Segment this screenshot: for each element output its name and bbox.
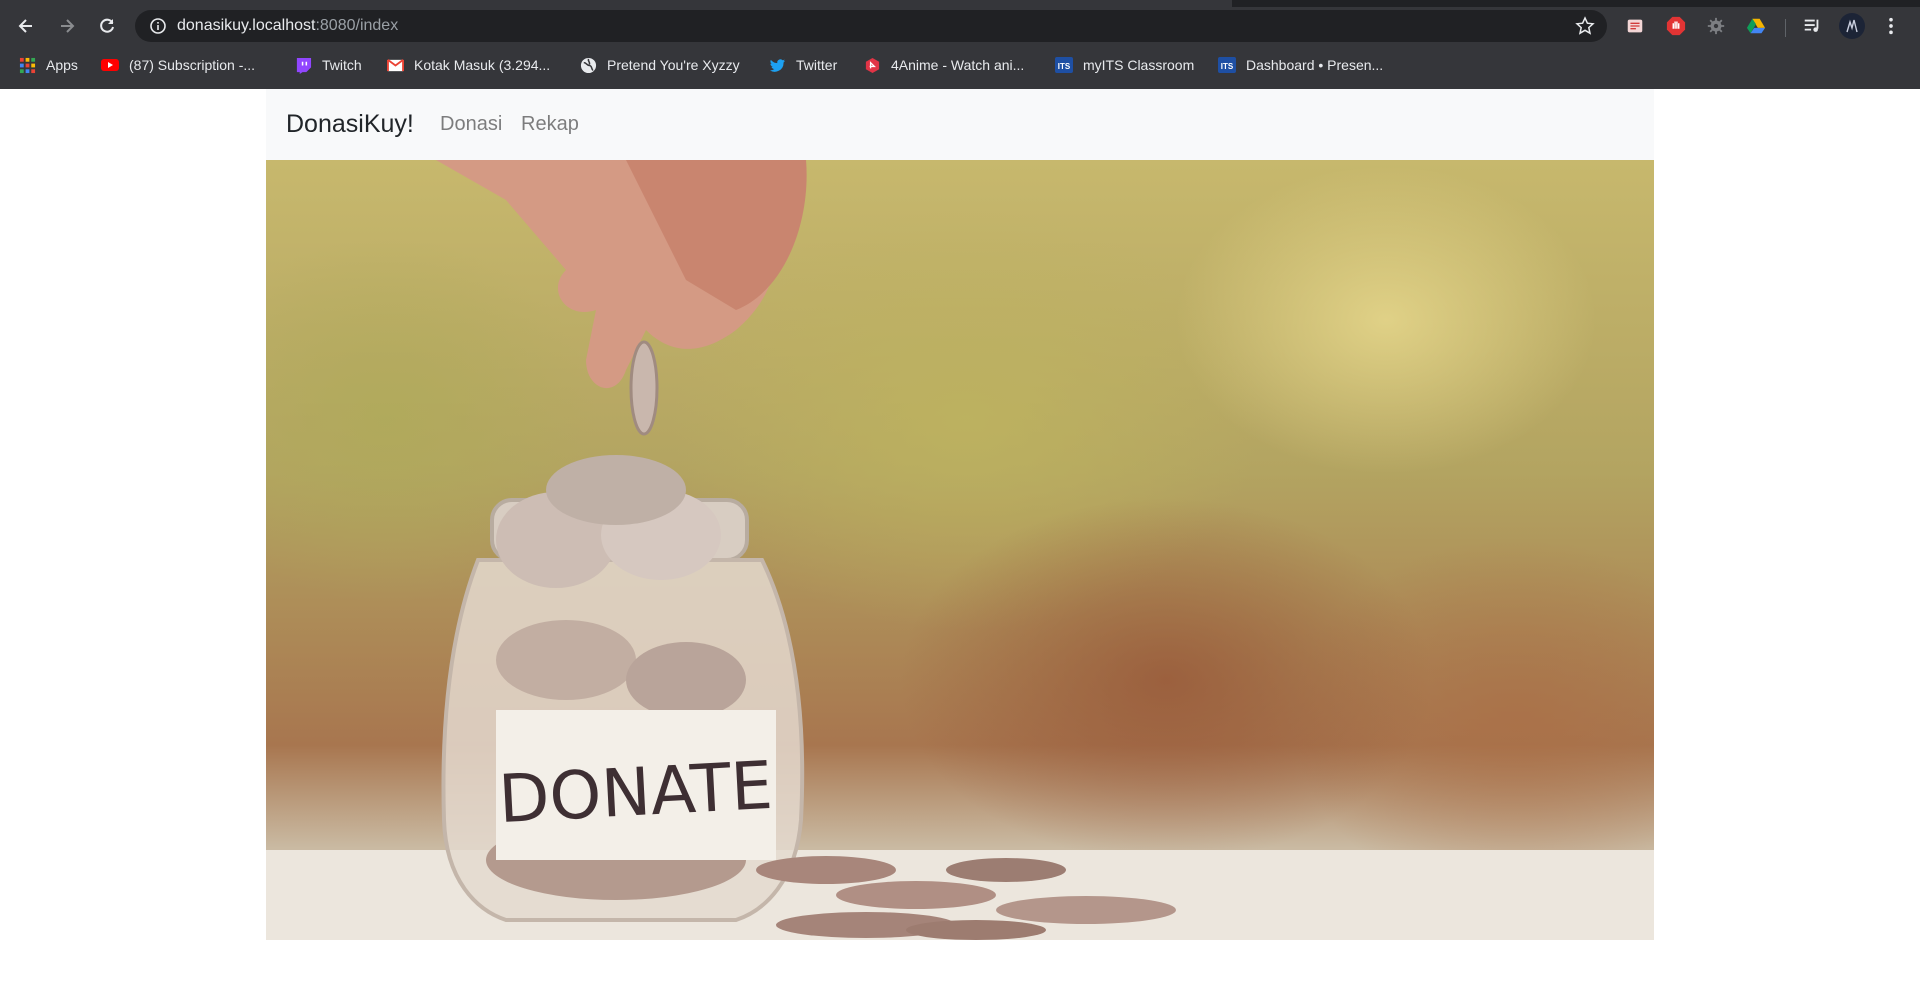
apps-grid-icon bbox=[18, 56, 36, 74]
bookmark-twitch[interactable]: Twitch bbox=[294, 48, 362, 82]
drive-extension-icon[interactable] bbox=[1745, 15, 1767, 37]
back-button[interactable] bbox=[10, 10, 42, 42]
bookmark-label: Dashboard • Presen... bbox=[1246, 57, 1384, 73]
browser-chrome: donasikuy.localhost:8080/index Apps (87)… bbox=[0, 0, 1920, 89]
browser-toolbar: donasikuy.localhost:8080/index bbox=[0, 7, 1920, 45]
bookmark-label: Apps bbox=[46, 57, 78, 73]
url-path: :8080/index bbox=[315, 17, 399, 34]
arrow-right-icon bbox=[61, 19, 75, 33]
youtube-icon bbox=[101, 56, 119, 74]
profile-avatar[interactable] bbox=[1839, 13, 1865, 39]
nav-link-rekap[interactable]: Rekap bbox=[521, 89, 579, 160]
gear-extension-icon[interactable] bbox=[1705, 15, 1727, 37]
pdf-extension-icon[interactable] bbox=[1624, 15, 1646, 37]
tab-strip bbox=[0, 0, 1920, 7]
active-tab[interactable] bbox=[0, 0, 1232, 7]
bookmark-apps[interactable]: Apps bbox=[18, 48, 78, 82]
forward-button[interactable] bbox=[51, 10, 83, 42]
its-icon: ITS bbox=[1055, 56, 1073, 74]
bookmark-4anime[interactable]: 4Anime - Watch ani... bbox=[863, 48, 1024, 82]
4anime-icon bbox=[863, 56, 881, 74]
bookmark-myits-classroom[interactable]: ITS myITS Classroom bbox=[1055, 48, 1194, 82]
arrow-left-icon bbox=[18, 19, 32, 33]
hero-image: DONATE bbox=[266, 160, 1654, 940]
bookmark-label: Twitch bbox=[322, 57, 362, 73]
web-page: DonasiKuy! Donasi Rekap DONATE bbox=[0, 89, 1920, 989]
nav-link-donasi[interactable]: Donasi bbox=[440, 89, 502, 160]
twitch-icon bbox=[294, 56, 312, 74]
url-text[interactable]: donasikuy.localhost:8080/index bbox=[177, 10, 398, 42]
bookmark-pretend-xyzzy[interactable]: Pretend You're Xyzzy bbox=[579, 48, 740, 82]
bookmark-star-icon[interactable] bbox=[1575, 16, 1595, 36]
toolbar-separator bbox=[1785, 19, 1786, 37]
bookmark-youtube[interactable]: (87) Subscription -... bbox=[101, 48, 255, 82]
bookmark-label: (87) Subscription -... bbox=[129, 57, 256, 73]
donation-jar-illustration: DONATE bbox=[266, 160, 1654, 940]
bookmark-label: Kotak Masuk (3.294... bbox=[414, 57, 551, 73]
info-icon[interactable] bbox=[149, 17, 167, 35]
globe-icon bbox=[579, 56, 597, 74]
reload-button[interactable] bbox=[91, 10, 123, 42]
twitter-icon bbox=[768, 56, 786, 74]
bookmark-label: 4Anime - Watch ani... bbox=[891, 57, 1025, 73]
jar-label-text: DONATE bbox=[497, 747, 775, 838]
adblock-extension-icon[interactable] bbox=[1665, 15, 1687, 37]
address-bar[interactable]: donasikuy.localhost:8080/index bbox=[135, 10, 1607, 42]
playlist-icon[interactable] bbox=[1801, 15, 1823, 37]
kebab-menu-icon[interactable] bbox=[1880, 15, 1902, 37]
bookmark-label: Twitter bbox=[796, 57, 838, 73]
bookmark-label: Pretend You're Xyzzy bbox=[607, 57, 740, 73]
bookmark-dashboard[interactable]: ITS Dashboard • Presen... bbox=[1218, 48, 1383, 82]
gmail-icon bbox=[386, 56, 404, 74]
its-icon: ITS bbox=[1218, 56, 1236, 74]
navbar-brand[interactable]: DonasiKuy! bbox=[286, 89, 414, 160]
svg-text:ITS: ITS bbox=[1058, 62, 1071, 71]
url-host: donasikuy.localhost bbox=[177, 17, 316, 34]
bookmark-label: myITS Classroom bbox=[1083, 57, 1195, 73]
bookmarks-bar: Apps (87) Subscription -... Twitch Kotak… bbox=[0, 48, 1920, 82]
bookmark-gmail[interactable]: Kotak Masuk (3.294... bbox=[386, 48, 550, 82]
site-navbar: DonasiKuy! Donasi Rekap bbox=[266, 89, 1654, 160]
svg-text:ITS: ITS bbox=[1221, 62, 1234, 71]
reload-icon bbox=[100, 18, 114, 33]
bookmark-twitter[interactable]: Twitter bbox=[768, 48, 837, 82]
